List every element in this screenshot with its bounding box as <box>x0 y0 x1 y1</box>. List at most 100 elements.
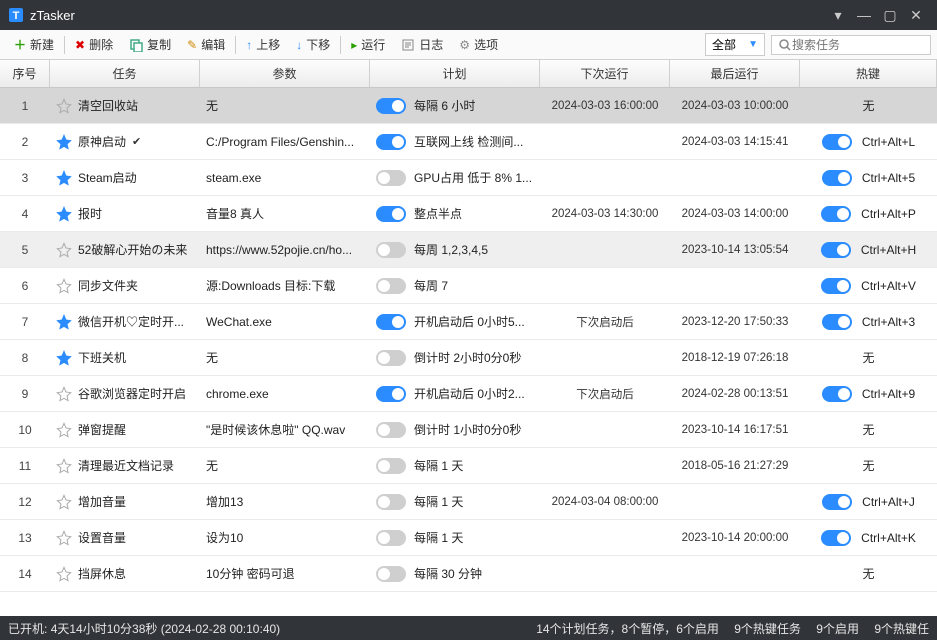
star-outline-icon[interactable] <box>56 494 72 510</box>
dropdown-button[interactable]: ▾ <box>825 2 851 28</box>
cell-num: 11 <box>0 459 50 473</box>
search-box[interactable] <box>771 35 931 55</box>
cell-hotkey: 无 <box>800 97 937 114</box>
star-outline-icon[interactable] <box>56 458 72 474</box>
cell-param: 音量8 真人 <box>200 205 370 222</box>
hotkey-toggle[interactable] <box>821 206 851 222</box>
star-outline-icon[interactable] <box>56 98 72 114</box>
plan-toggle[interactable] <box>376 314 406 330</box>
search-input[interactable] <box>792 38 922 52</box>
plan-toggle[interactable] <box>376 350 406 366</box>
table-row[interactable]: 11 清理最近文档记录 无 每隔 1 天 2018-05-16 21:27:29… <box>0 448 937 484</box>
plan-toggle[interactable] <box>376 422 406 438</box>
table-row[interactable]: 9 谷歌浏览器定时开启 chrome.exe 开机启动后 0小时2... 下次启… <box>0 376 937 412</box>
plan-toggle[interactable] <box>376 530 406 546</box>
cell-task: Steam启动 <box>50 169 200 186</box>
table-row[interactable]: 3 Steam启动 steam.exe GPU占用 低于 8% 1... Ctr… <box>0 160 937 196</box>
table-row[interactable]: 8 下班关机 无 倒计时 2小时0分0秒 2018-12-19 07:26:18… <box>0 340 937 376</box>
hotkey-toggle[interactable] <box>822 386 852 402</box>
filter-select[interactable]: 全部▼ <box>705 33 765 56</box>
plan-toggle[interactable] <box>376 566 406 582</box>
up-button[interactable]: ↑上移 <box>238 32 288 58</box>
plan-toggle[interactable] <box>376 458 406 474</box>
plan-toggle[interactable] <box>376 134 406 150</box>
table-row[interactable]: 14 挡屏休息 10分钟 密码可退 每隔 30 分钟 无 <box>0 556 937 592</box>
plan-toggle[interactable] <box>376 98 406 114</box>
plan-toggle[interactable] <box>376 206 406 222</box>
table-row[interactable]: 5 52破解心开始の未来 https://www.52pojie.cn/ho..… <box>0 232 937 268</box>
hotkey-toggle[interactable] <box>822 170 852 186</box>
plan-toggle[interactable] <box>376 494 406 510</box>
table-row[interactable]: 12 增加音量 增加13 每隔 1 天 2024-03-04 08:00:00 … <box>0 484 937 520</box>
hotkey-toggle[interactable] <box>822 494 852 510</box>
star-filled-icon[interactable] <box>56 170 72 186</box>
star-outline-icon[interactable] <box>56 278 72 294</box>
cell-task: 增加音量 <box>50 493 200 510</box>
hotkey-toggle[interactable] <box>822 134 852 150</box>
cell-param: 10分钟 密码可退 <box>200 565 370 582</box>
cell-last: 2024-03-03 14:00:00 <box>670 208 800 220</box>
star-outline-icon[interactable] <box>56 242 72 258</box>
minimize-button[interactable]: — <box>851 2 877 28</box>
star-outline-icon[interactable] <box>56 566 72 582</box>
plan-text: 每隔 1 天 <box>414 529 463 546</box>
cell-plan: 开机启动后 0小时2... <box>370 385 540 402</box>
cell-num: 5 <box>0 243 50 257</box>
plan-text: 互联网上线 检测间... <box>414 133 523 150</box>
star-outline-icon[interactable] <box>56 422 72 438</box>
cell-task: 谷歌浏览器定时开启 <box>50 385 200 402</box>
close-button[interactable]: ✕ <box>903 2 929 28</box>
table-row[interactable]: 7 微信开机♡定时开... WeChat.exe 开机启动后 0小时5... 下… <box>0 304 937 340</box>
col-plan-header[interactable]: 计划 <box>370 60 540 87</box>
hotkey-toggle[interactable] <box>822 314 852 330</box>
task-name: 清空回收站 <box>78 97 138 114</box>
delete-button[interactable]: ✖删除 <box>67 32 121 58</box>
uptime-value: 4天14小时10分38秒 (2024-02-28 00:10:40) <box>51 622 280 636</box>
star-filled-icon[interactable] <box>56 206 72 222</box>
plan-toggle[interactable] <box>376 170 406 186</box>
star-filled-icon[interactable] <box>56 134 72 150</box>
table-row[interactable]: 4 报时 音量8 真人 整点半点 2024-03-03 14:30:00 202… <box>0 196 937 232</box>
down-button[interactable]: ↓下移 <box>288 32 338 58</box>
edit-button[interactable]: ✎编辑 <box>179 32 233 58</box>
table-row[interactable]: 2 原神启动✔ C:/Program Files/Genshin... 互联网上… <box>0 124 937 160</box>
cell-task: 微信开机♡定时开... <box>50 313 200 330</box>
star-filled-icon[interactable] <box>56 314 72 330</box>
new-button[interactable]: ＋新建 <box>6 32 62 58</box>
log-button[interactable]: 日志 <box>393 32 451 58</box>
table-row[interactable]: 6 同步文件夹 源:Downloads 目标:下载 每周 7 Ctrl+Alt+… <box>0 268 937 304</box>
plan-toggle[interactable] <box>376 278 406 294</box>
copy-button[interactable]: 复制 <box>121 32 179 58</box>
col-last-header[interactable]: 最后运行 <box>670 60 800 87</box>
plan-toggle[interactable] <box>376 242 406 258</box>
table-row[interactable]: 13 设置音量 设为10 每隔 1 天 2023-10-14 20:00:00 … <box>0 520 937 556</box>
plan-toggle[interactable] <box>376 386 406 402</box>
col-task-header[interactable]: 任务 <box>50 60 200 87</box>
svg-text:T: T <box>13 10 20 22</box>
cell-param: 无 <box>200 457 370 474</box>
hotkey-text: Ctrl+Alt+J <box>862 495 915 509</box>
table-row[interactable]: 10 弹窗提醒 "是时候该休息啦" QQ.wav 倒计时 1小时0分0秒 202… <box>0 412 937 448</box>
hotkey-text: Ctrl+Alt+5 <box>862 171 915 185</box>
options-button[interactable]: ⚙选项 <box>451 32 506 58</box>
col-num-header[interactable]: 序号 <box>0 60 50 87</box>
col-hotkey-header[interactable]: 热键 <box>800 60 937 87</box>
hotkey-toggle[interactable] <box>821 278 851 294</box>
hotkey-toggle[interactable] <box>821 242 851 258</box>
cell-num: 12 <box>0 495 50 509</box>
hotkey-toggle[interactable] <box>821 530 851 546</box>
cell-plan: 互联网上线 检测间... <box>370 133 540 150</box>
star-outline-icon[interactable] <box>56 386 72 402</box>
star-outline-icon[interactable] <box>56 530 72 546</box>
maximize-button[interactable]: ▢ <box>877 2 903 28</box>
cell-hotkey: Ctrl+Alt+V <box>800 278 937 294</box>
cell-num: 4 <box>0 207 50 221</box>
star-filled-icon[interactable] <box>56 350 72 366</box>
cell-next: 2024-03-03 14:30:00 <box>540 208 670 220</box>
table-row[interactable]: 1 清空回收站 无 每隔 6 小时 2024-03-03 16:00:00 20… <box>0 88 937 124</box>
run-button[interactable]: ▸运行 <box>343 32 393 58</box>
plan-text: 每周 7 <box>414 277 448 294</box>
status-plan-count: 14个计划任务，8个暂停，6个启用 <box>536 622 719 636</box>
col-param-header[interactable]: 参数 <box>200 60 370 87</box>
col-next-header[interactable]: 下次运行 <box>540 60 670 87</box>
